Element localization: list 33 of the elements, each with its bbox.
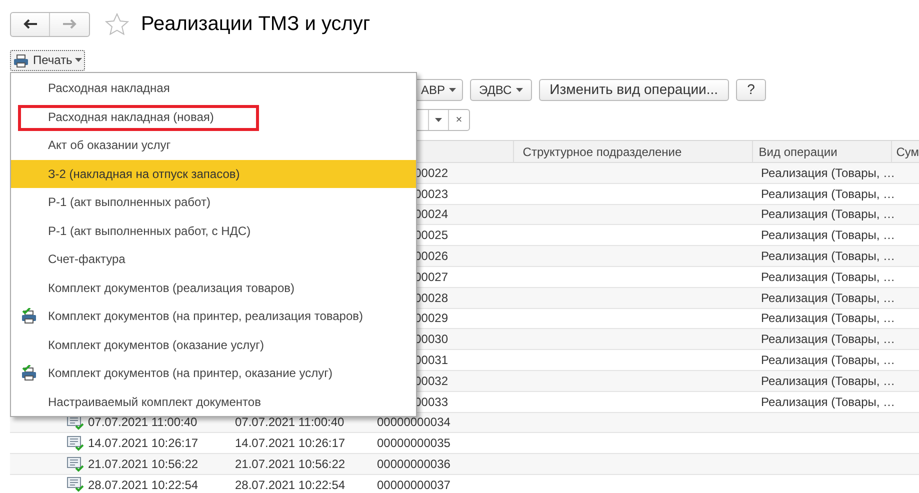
table-cell-text: 00000000035 — [376, 435, 450, 452]
table-cell-text: 28.07.2021 10:22:54 — [88, 476, 198, 493]
table-cell-text: 21.07.2021 10:56:22 — [88, 456, 198, 474]
menu-item-label: Комплект документов (на принтер, реализация товаров) — [48, 308, 364, 326]
menu-item-label: Расходная накладная (новая) — [48, 108, 214, 126]
table-cell: Реализация (Товары, … — [761, 207, 896, 222]
table-cell-text: 00000000036 — [376, 456, 450, 474]
table-cell: Реализация (Товары, … — [761, 290, 896, 305]
table-cell-text: 14.07.2021 10:26:17 — [88, 435, 198, 452]
menu-item-label: Расходная накладная — [48, 80, 170, 98]
table-cell: 14.07.2021 10:26:17 — [235, 436, 346, 450]
window-title: Реализации ТМЗ и услуг — [141, 12, 370, 37]
table-cell: Реализация (Товары, … — [761, 166, 896, 180]
table-cell: 21.07.2021 10:56:22 — [235, 457, 346, 472]
table-cell: Реализация (Товары, … — [761, 374, 896, 388]
table-cell: Реализация (Товары, … — [761, 270, 896, 284]
table-cell: Реализация (Товары, … — [761, 353, 896, 368]
menu-item-label: Акт об оказании услуг — [48, 137, 171, 154]
table-cell: Реализация (Товары, … — [761, 186, 896, 201]
table-cell: Реализация (Товары, … — [761, 249, 896, 264]
menu-item-label: Р-1 (акт выполненных работ, с НДС) — [48, 222, 251, 240]
table-cell-text: 00000000037 — [376, 476, 450, 493]
menu-item-label: Настраиваемый комплект документов — [48, 394, 261, 411]
table-cell-text: 07.07.2021 11:00:40 — [88, 414, 198, 432]
table-cell: 28.07.2021 10:22:54 — [235, 478, 346, 492]
table-cell: Реализация (Товары, … — [761, 311, 896, 326]
menu-item-label: Счет-фактура — [48, 251, 126, 268]
table-cell: Реализация (Товары, … — [761, 332, 896, 346]
table-cell-text: 00000000034 — [376, 414, 450, 432]
table-cell: Реализация (Товары, … — [761, 228, 896, 242]
menu-item-label: З-2 (накладная на отпуск запасов) — [48, 166, 240, 183]
table-cell: Реализация (Товары, … — [761, 394, 896, 409]
table-cell: 07.07.2021 11:00:40 — [235, 415, 344, 430]
